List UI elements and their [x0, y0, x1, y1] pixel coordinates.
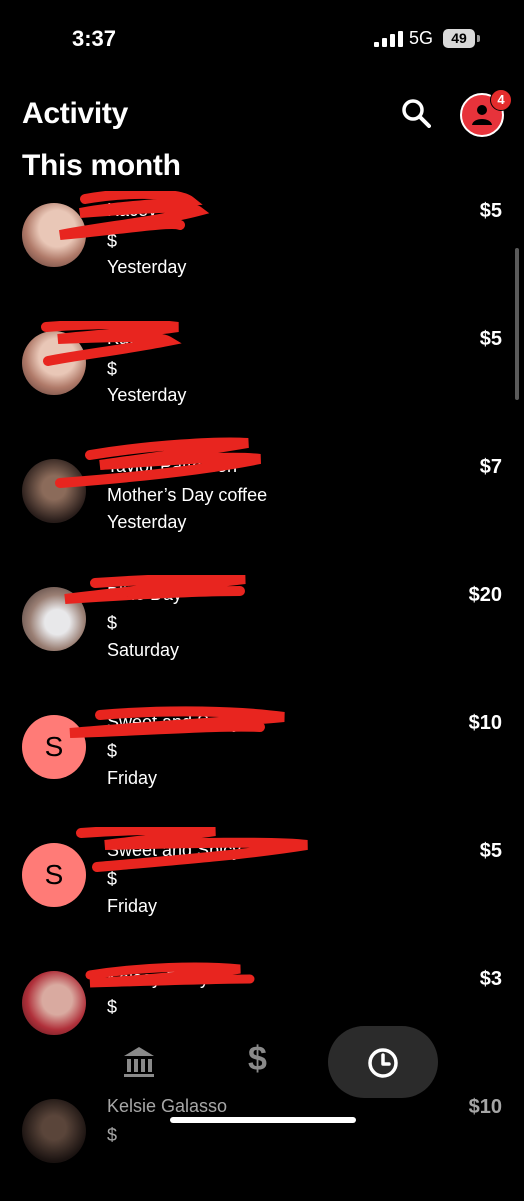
transaction-name: Kacey	[107, 328, 158, 348]
transaction-row[interactable]: Billie Day $ Saturday $20	[0, 575, 524, 689]
bank-icon[interactable]	[121, 1044, 157, 1080]
transaction-note: $	[107, 997, 118, 1017]
signal-icon	[374, 31, 403, 47]
section-title: This month	[22, 149, 181, 182]
transaction-date: Saturday	[107, 640, 180, 660]
avatar	[22, 459, 86, 523]
transaction-row[interactable]: Kacey $ Yesterday $5	[0, 321, 524, 433]
activity-tab[interactable]	[328, 1026, 438, 1098]
notification-badge: 4	[490, 89, 512, 111]
dollar-icon[interactable]: $	[248, 1040, 267, 1079]
transaction-amount: $5	[479, 200, 502, 222]
transaction-amount: $5	[479, 328, 502, 350]
transaction-row[interactable]: Kacey $ Yesterday $5	[0, 191, 524, 305]
avatar-letter: S	[22, 843, 86, 907]
transaction-name: Kelsey Perry	[107, 968, 210, 988]
transaction-name: Sweet and Spicy	[107, 712, 242, 732]
transaction-note: $	[107, 613, 118, 633]
transaction-date: Friday	[107, 768, 158, 788]
transaction-amount: $20	[468, 584, 502, 606]
transaction-note: Mother’s Day coffee	[107, 485, 268, 505]
transaction-date: Friday	[107, 896, 158, 916]
transaction-note: $	[107, 869, 118, 889]
scrollbar[interactable]	[515, 248, 519, 400]
transaction-row[interactable]: Taylor Patterson Mother’s Day coffee Yes…	[0, 437, 524, 561]
person-icon	[472, 105, 492, 125]
avatar	[22, 1099, 86, 1163]
transaction-name: Billie Day	[107, 584, 183, 604]
transaction-note: $	[107, 741, 118, 761]
transaction-note: $	[107, 231, 118, 251]
page-title: Activity	[22, 97, 128, 130]
transaction-name: Sweet and Spicy	[107, 840, 242, 860]
status-time: 3:37	[72, 26, 117, 51]
status-bar: 3:37 5G 49	[0, 0, 524, 80]
transaction-name: Kelsie Galasso	[107, 1096, 228, 1116]
transaction-amount: $10	[468, 712, 502, 734]
avatar	[22, 203, 86, 267]
transaction-row[interactable]: S Sweet and Spicy $ Friday $10	[0, 706, 524, 817]
battery-icon: 49	[443, 29, 475, 48]
transaction-amount: $3	[479, 968, 502, 990]
search-icon[interactable]	[401, 98, 431, 128]
transaction-note: $	[107, 359, 118, 379]
avatar	[22, 331, 86, 395]
home-indicator[interactable]	[170, 1117, 356, 1123]
transaction-row[interactable]: S Sweet and Spicy $ Friday $5	[0, 827, 524, 945]
avatar-letter: S	[22, 715, 86, 779]
transaction-date: Yesterday	[107, 385, 187, 405]
avatar	[22, 971, 86, 1035]
avatar	[22, 587, 86, 651]
battery-tip	[477, 35, 480, 42]
transaction-date: Yesterday	[107, 512, 187, 532]
clock-icon	[368, 1048, 398, 1078]
transaction-name: Taylor Patterson	[107, 456, 238, 476]
transaction-date: Yesterday	[107, 257, 187, 277]
transaction-name: Kacey	[107, 200, 158, 220]
network-type: 5G	[409, 28, 434, 48]
transaction-amount: $7	[479, 456, 502, 478]
transaction-amount: $5	[479, 840, 502, 862]
transaction-row[interactable]: Kelsie Galasso $ $10	[0, 1091, 524, 1201]
transaction-amount: $10	[468, 1096, 502, 1118]
